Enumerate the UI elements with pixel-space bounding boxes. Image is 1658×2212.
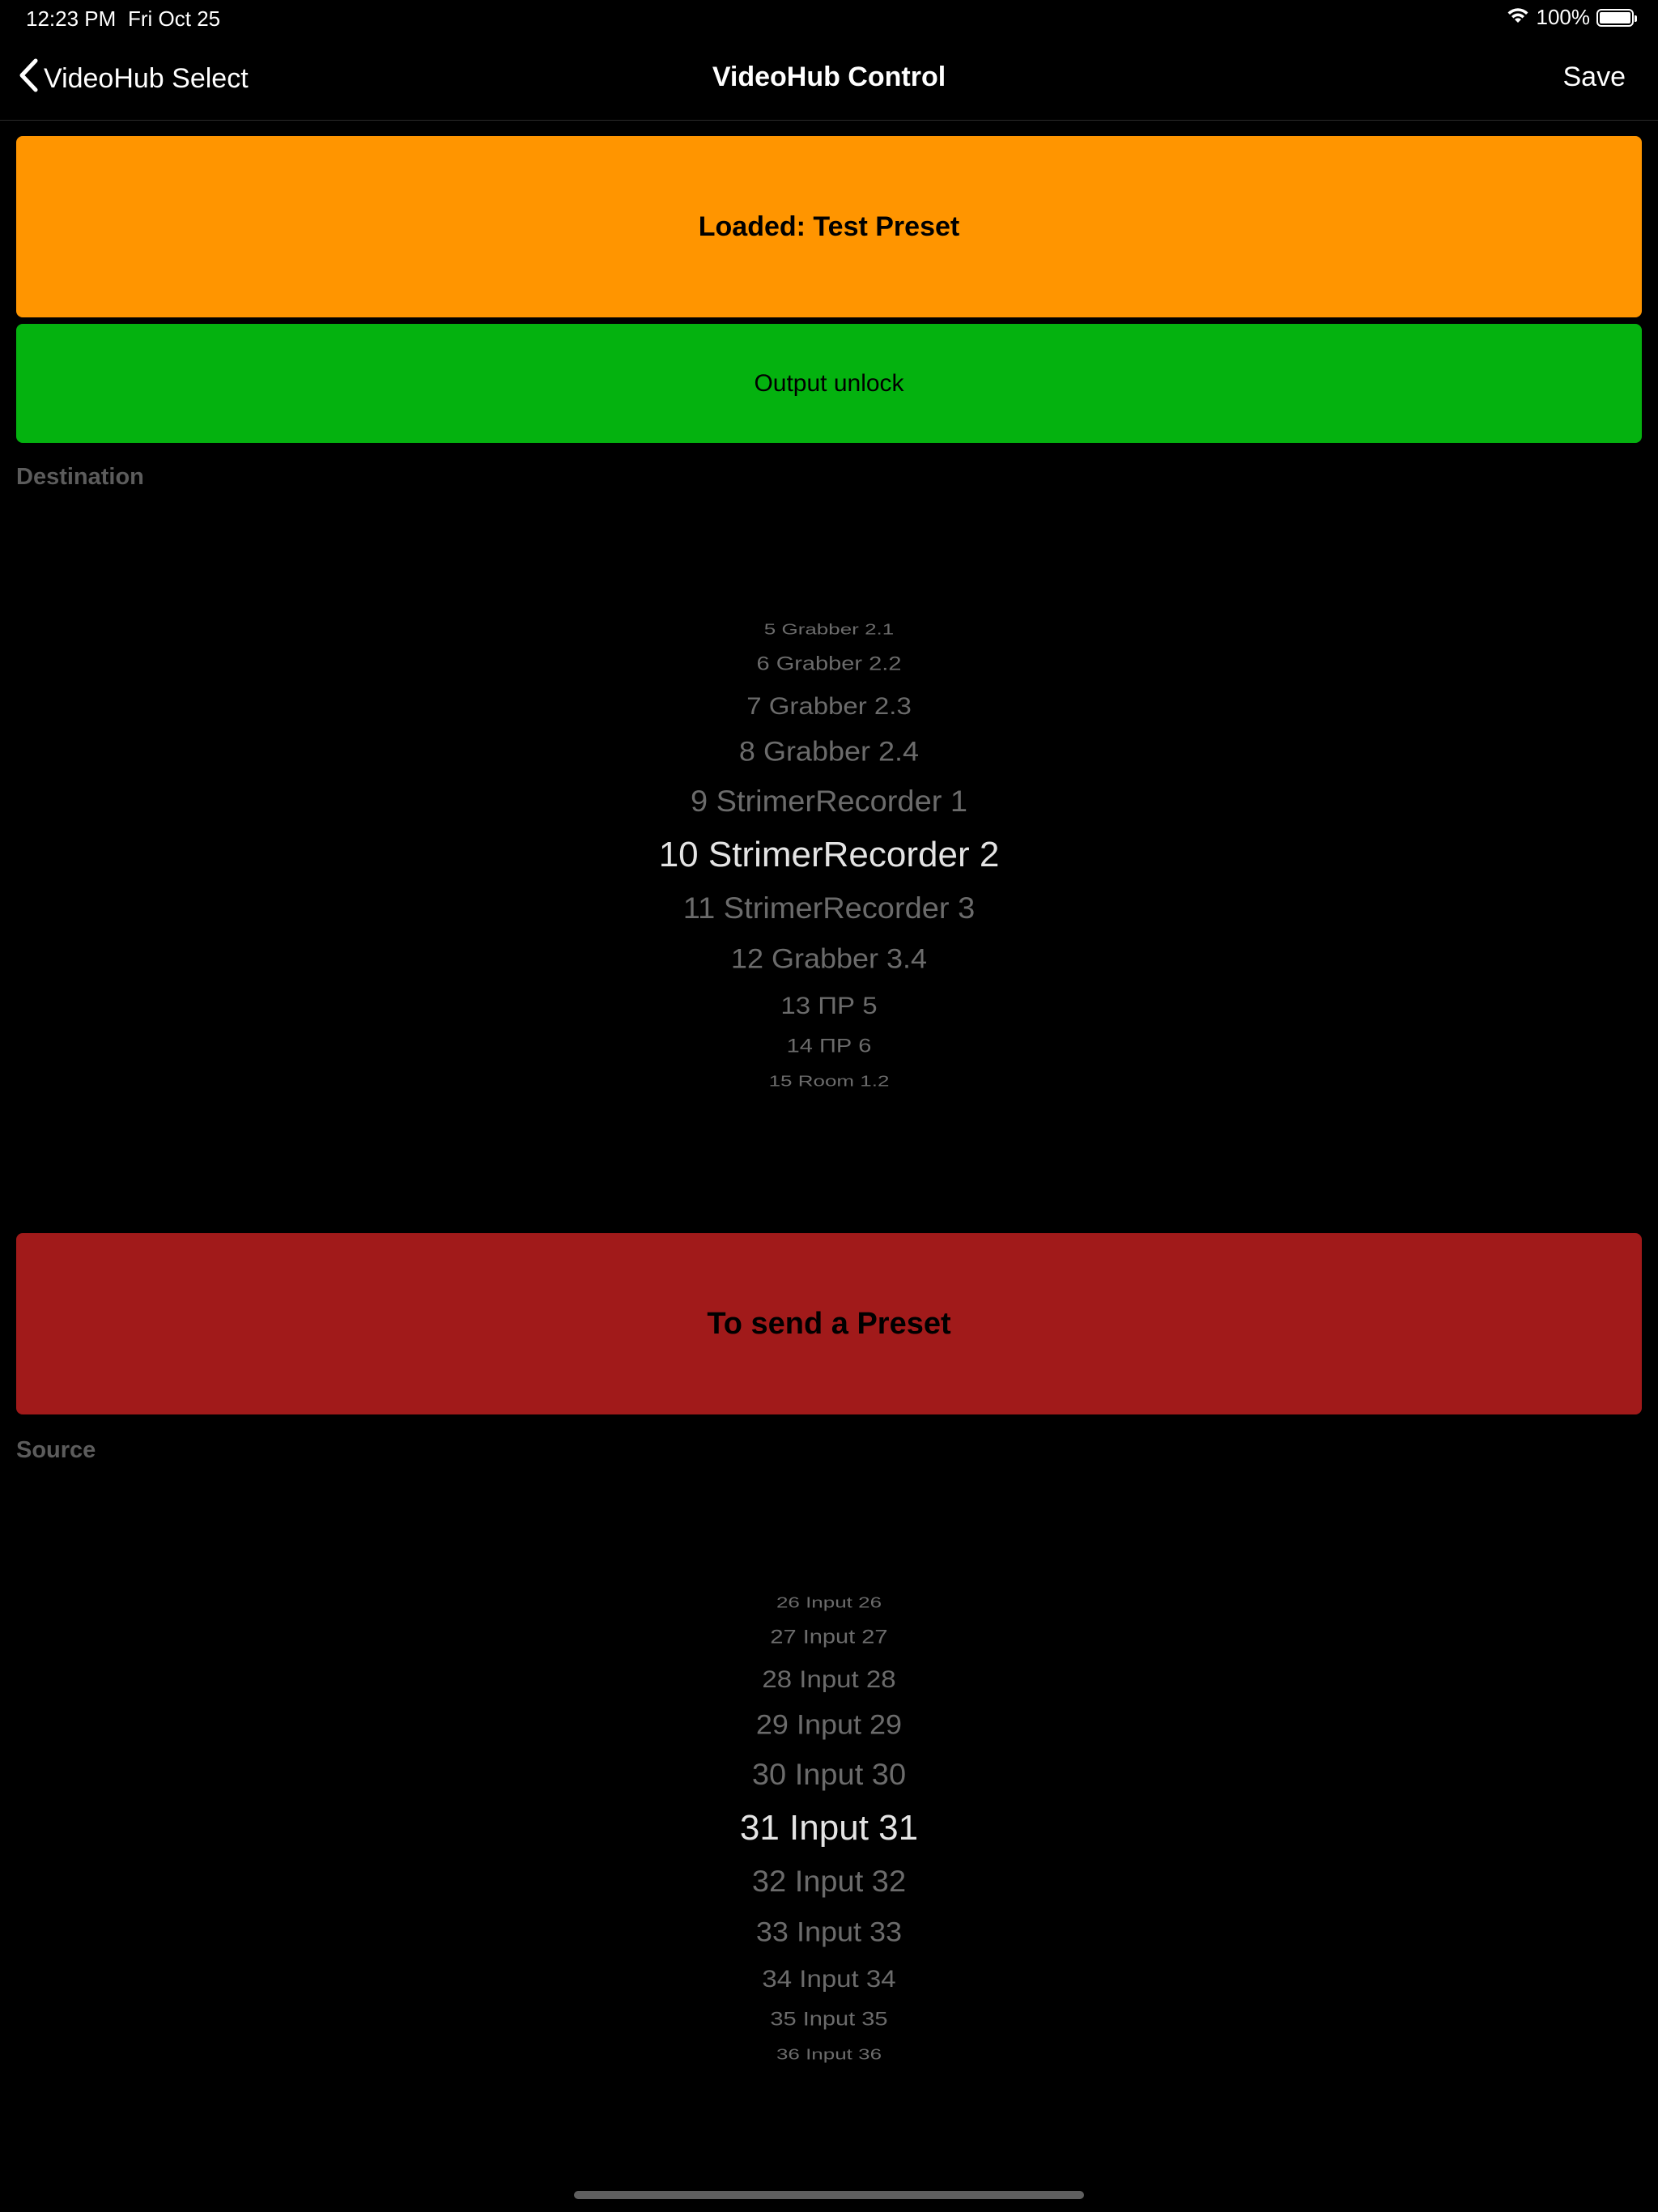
picker-item[interactable]: 12 Grabber 3.4 (0, 944, 1658, 972)
picker-item[interactable]: 33 Input 33 (0, 1917, 1658, 1946)
battery-icon (1596, 8, 1637, 27)
picker-item[interactable]: 14 ПР 6 (0, 1036, 1658, 1056)
output-unlock-button[interactable]: Output unlock (16, 324, 1642, 443)
picker-item[interactable]: 35 Input 35 (0, 2010, 1658, 2029)
battery-fill (1600, 11, 1630, 23)
send-preset-button[interactable]: To send a Preset (16, 1233, 1642, 1414)
picker-item[interactable]: 25 DataVideoStreamer MW (0, 1579, 1658, 1580)
source-label: Source (16, 1437, 96, 1463)
picker-item[interactable]: 26 Input 26 (0, 1595, 1658, 1610)
picker-item[interactable]: 29 Input 29 (0, 1710, 1658, 1738)
status-bar: 12:23 PM Fri Oct 25 100% (0, 0, 1658, 39)
status-date: Fri Oct 25 (128, 6, 221, 31)
destination-label: Destination (16, 464, 144, 490)
save-button[interactable]: Save (1563, 62, 1626, 93)
picker-item[interactable]: 34 Input 34 (0, 1966, 1658, 1990)
picker-item[interactable]: 5 Grabber 2.1 (0, 622, 1658, 636)
picker-item[interactable]: 9 StrimerRecorder 1 (0, 786, 1658, 816)
picker-item[interactable]: 11 StrimerRecorder 3 (0, 893, 1658, 923)
battery-percentage: 100% (1536, 5, 1591, 29)
home-indicator (574, 2191, 1084, 2199)
picker-item[interactable]: 32 Input 32 (0, 1866, 1658, 1896)
page-title: VideoHub Control (712, 62, 946, 92)
picker-item[interactable]: 27 Input 27 (0, 1627, 1658, 1647)
output-unlock-label: Output unlock (754, 369, 904, 397)
picker-item[interactable]: 6 Grabber 2.2 (0, 654, 1658, 674)
source-picker[interactable]: 24 DataVideoStreamer Laptop25 DataVideoS… (0, 1579, 1658, 2078)
picker-item[interactable]: 7 Grabber 2.3 (0, 693, 1658, 717)
picker-selected-item[interactable]: 10 StrimerRecorder 2 (0, 837, 1658, 873)
wifi-icon (1506, 5, 1530, 30)
picker-selected-item[interactable]: 31 Input 31 (0, 1810, 1658, 1846)
destination-picker[interactable]: 3 Grabber 1.34 Grabber 1.45 Grabber 2.16… (0, 606, 1658, 1104)
status-time: 12:23 PM (26, 6, 117, 31)
picker-item[interactable]: 30 Input 30 (0, 1759, 1658, 1789)
status-indicators: 100% (1506, 5, 1637, 30)
picker-item[interactable]: 28 Input 28 (0, 1666, 1658, 1691)
picker-item[interactable]: 37 Input 37 (0, 2077, 1658, 2078)
loaded-preset-banner[interactable]: Loaded: Test Preset (16, 136, 1642, 317)
picker-item[interactable]: 13 ПР 5 (0, 993, 1658, 1017)
picker-item[interactable]: 8 Grabber 2.4 (0, 737, 1658, 765)
loaded-preset-label: Loaded: Test Preset (698, 211, 960, 242)
send-preset-label: To send a Preset (707, 1306, 951, 1341)
picker-item[interactable]: 36 Input 36 (0, 2047, 1658, 2061)
picker-item[interactable]: 15 Room 1.2 (0, 1074, 1658, 1088)
